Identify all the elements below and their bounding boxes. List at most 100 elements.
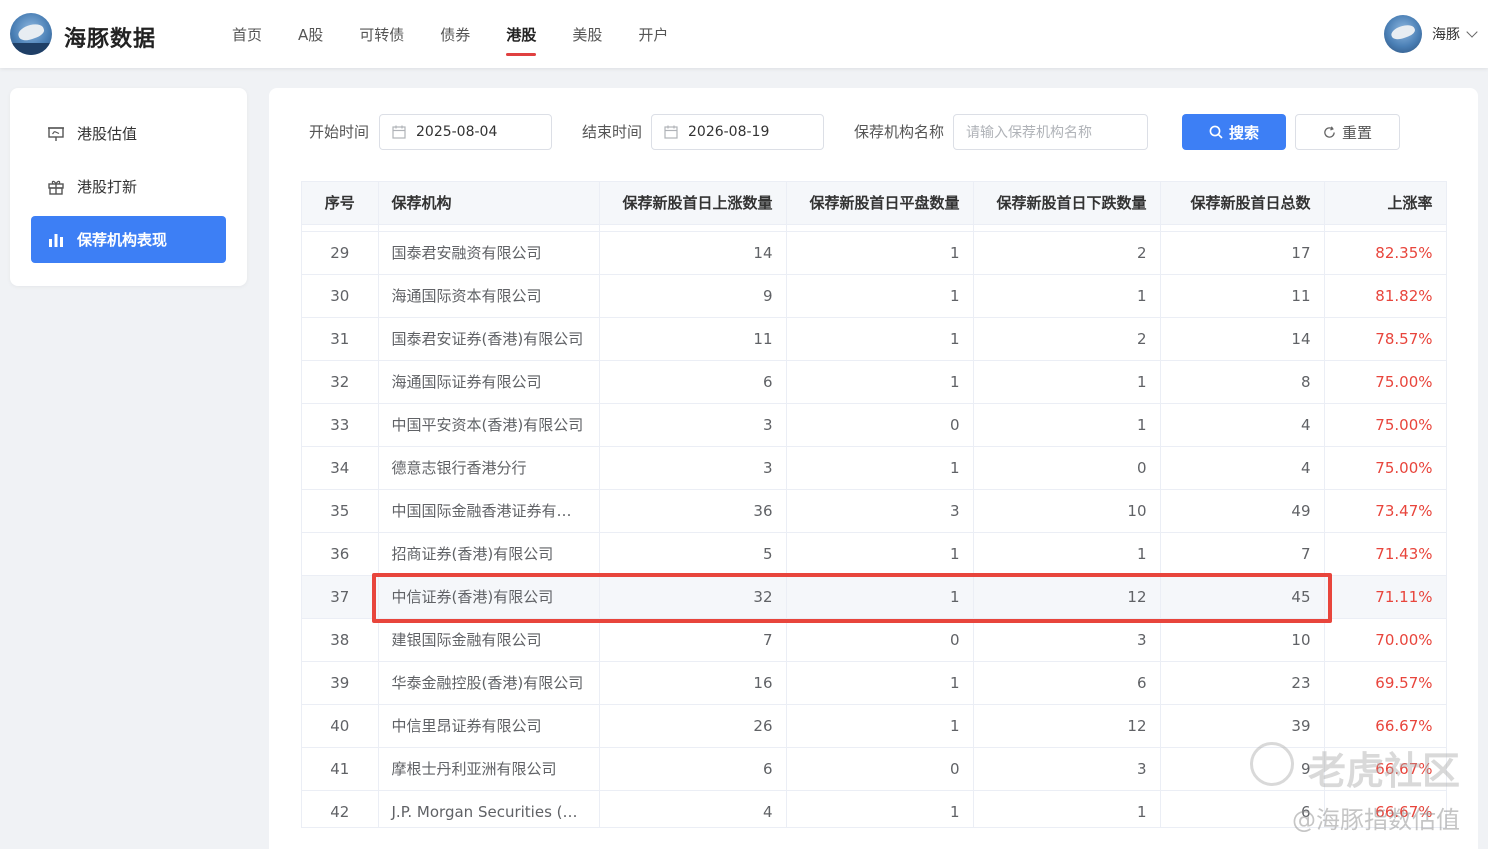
table-cell: 45 bbox=[1160, 575, 1325, 619]
table-row[interactable]: 36 招商证券(香港)有限公司 5 1 1 7 71.43% bbox=[302, 532, 1446, 576]
table-cell: 9 bbox=[1160, 747, 1325, 791]
main-panel: 开始时间 2025-08-04 结束时间 2026-08-19 保荐机构名称 请… bbox=[269, 88, 1478, 849]
gap-cell bbox=[302, 224, 379, 232]
start-date-input[interactable]: 2025-08-04 bbox=[379, 114, 552, 150]
filter-bar: 开始时间 2025-08-04 结束时间 2026-08-19 保荐机构名称 请… bbox=[269, 114, 1478, 150]
nav-item-6[interactable]: 开户 bbox=[620, 0, 686, 68]
table-cell: 6 bbox=[599, 747, 787, 791]
logo-icon[interactable] bbox=[10, 13, 52, 55]
column-header-0[interactable]: 序号 bbox=[302, 182, 379, 225]
table-cell: 23 bbox=[1160, 661, 1325, 705]
avatar[interactable] bbox=[1384, 15, 1422, 53]
gap-cell bbox=[1160, 224, 1325, 232]
table-cell: 39 bbox=[302, 661, 379, 705]
table-cell: 1 bbox=[786, 704, 974, 748]
sidebar-item-0[interactable]: 港股估值 bbox=[31, 110, 226, 157]
table-cell: J.P. Morgan Securities (As… bbox=[378, 790, 600, 827]
table-row[interactable]: 39 华泰金融控股(香港)有限公司 16 1 6 23 69.57% bbox=[302, 661, 1446, 705]
table-cell: 31 bbox=[302, 317, 379, 361]
gap-cell bbox=[1324, 224, 1446, 232]
presentation-icon bbox=[47, 125, 65, 143]
column-header-1[interactable]: 保荐机构 bbox=[378, 182, 600, 225]
start-date-value: 2025-08-04 bbox=[416, 124, 498, 140]
table-cell: 66.67% bbox=[1324, 704, 1446, 748]
table-cell: 73.47% bbox=[1324, 489, 1446, 533]
chevron-down-icon[interactable] bbox=[1466, 26, 1478, 38]
table-header-row: 序号 保荐机构 保荐新股首日上涨数量 保荐新股首日平盘数量 保荐新股首日下跌数量 保荐新股… bbox=[302, 182, 1446, 225]
table-cell: 75.00% bbox=[1324, 360, 1446, 404]
table-cell: 0 bbox=[786, 747, 974, 791]
table-row[interactable]: 34 德意志银行香港分行 3 1 0 4 75.00% bbox=[302, 446, 1446, 490]
table-cell: 7 bbox=[599, 618, 787, 662]
table-cell: 建银国际金融有限公司 bbox=[378, 618, 600, 662]
reset-button[interactable]: 重置 bbox=[1295, 114, 1400, 150]
search-button-label: 搜索 bbox=[1228, 123, 1259, 142]
nav-item-2[interactable]: 可转债 bbox=[341, 0, 422, 68]
table-cell: 中信证券(香港)有限公司 bbox=[378, 575, 600, 619]
table-cell: 德意志银行香港分行 bbox=[378, 446, 600, 490]
table-cell: 70.00% bbox=[1324, 618, 1446, 662]
table-cell: 2 bbox=[973, 317, 1161, 361]
table-row[interactable]: 35 中国国际金融香港证券有… 36 3 10 49 73.47% bbox=[302, 489, 1446, 533]
column-header-2[interactable]: 保荐新股首日上涨数量 bbox=[599, 182, 787, 225]
table-cell: 1 bbox=[786, 317, 974, 361]
table-cell: 16 bbox=[599, 661, 787, 705]
table-row[interactable]: 29 国泰君安融资有限公司 14 1 2 17 82.35% bbox=[302, 231, 1446, 275]
reset-button-label: 重置 bbox=[1341, 123, 1372, 142]
table-row[interactable]: 40 中信里昂证券有限公司 26 1 12 39 66.67% bbox=[302, 704, 1446, 748]
table-cell: 摩根士丹利亚洲有限公司 bbox=[378, 747, 600, 791]
table-row[interactable]: 31 国泰君安证券(香港)有限公司 11 1 2 14 78.57% bbox=[302, 317, 1446, 361]
table-cell: 8 bbox=[1160, 360, 1325, 404]
sidebar-item-label: 港股打新 bbox=[77, 178, 138, 196]
table-cell: 42 bbox=[302, 790, 379, 827]
table-cell: 32 bbox=[599, 575, 787, 619]
table-cell: 11 bbox=[599, 317, 787, 361]
end-date-value: 2026-08-19 bbox=[688, 124, 770, 140]
column-header-5[interactable]: 保荐新股首日总数 bbox=[1160, 182, 1325, 225]
table-cell: 7 bbox=[1160, 532, 1325, 576]
sponsor-name-input[interactable]: 请输入保荐机构名称 bbox=[953, 114, 1148, 150]
start-time-label: 开始时间 bbox=[309, 123, 370, 141]
nav-item-0[interactable]: 首页 bbox=[214, 0, 280, 68]
column-header-6[interactable]: 上涨率 bbox=[1324, 182, 1446, 225]
table-cell: 国泰君安融资有限公司 bbox=[378, 231, 600, 275]
column-header-3[interactable]: 保荐新股首日平盘数量 bbox=[786, 182, 974, 225]
sidebar-item-2[interactable]: 保荐机构表现 bbox=[31, 216, 226, 263]
table-row[interactable]: 33 中国平安资本(香港)有限公司 3 0 1 4 75.00% bbox=[302, 403, 1446, 447]
sidebar-item-label: 港股估值 bbox=[77, 125, 138, 143]
table-cell: 华泰金融控股(香港)有限公司 bbox=[378, 661, 600, 705]
table-cell: 69.57% bbox=[1324, 661, 1446, 705]
nav-item-5[interactable]: 美股 bbox=[554, 0, 620, 68]
search-button[interactable]: 搜索 bbox=[1182, 114, 1286, 150]
table-cell: 招商证券(香港)有限公司 bbox=[378, 532, 600, 576]
user-name[interactable]: 海豚 bbox=[1432, 24, 1460, 44]
table-row[interactable]: 37 中信证券(香港)有限公司 32 1 12 45 71.11% bbox=[302, 575, 1446, 619]
table-row[interactable]: 32 海通国际证券有限公司 6 1 1 8 75.00% bbox=[302, 360, 1446, 404]
calendar-icon bbox=[392, 125, 406, 139]
user-menu[interactable]: 海豚 bbox=[1384, 14, 1478, 54]
table-cell: 中信里昂证券有限公司 bbox=[378, 704, 600, 748]
table-row[interactable]: 30 海通国际资本有限公司 9 1 1 11 81.82% bbox=[302, 274, 1446, 318]
nav-item-3[interactable]: 债券 bbox=[422, 0, 488, 68]
table-cell: 12 bbox=[973, 575, 1161, 619]
sidebar-item-1[interactable]: 港股打新 bbox=[31, 163, 226, 210]
table-cell: 1 bbox=[973, 403, 1161, 447]
table-cell: 1 bbox=[786, 446, 974, 490]
table-cell: 26 bbox=[599, 704, 787, 748]
nav-item-4[interactable]: 港股 bbox=[488, 0, 554, 68]
gap-cell bbox=[599, 224, 787, 232]
sidebar-item-label: 保荐机构表现 bbox=[77, 231, 168, 249]
table-cell: 75.00% bbox=[1324, 403, 1446, 447]
table-cell: 30 bbox=[302, 274, 379, 318]
brand-name[interactable]: 海豚数据 bbox=[64, 21, 156, 53]
nav-item-1[interactable]: A股 bbox=[280, 0, 341, 68]
column-header-4[interactable]: 保荐新股首日下跌数量 bbox=[973, 182, 1161, 225]
table-cell: 6 bbox=[599, 360, 787, 404]
end-date-input[interactable]: 2026-08-19 bbox=[651, 114, 824, 150]
table-cell: 11 bbox=[1160, 274, 1325, 318]
table-cell: 1 bbox=[786, 360, 974, 404]
table-cell: 6 bbox=[973, 661, 1161, 705]
table-row[interactable]: 42 J.P. Morgan Securities (As… 4 1 1 6 66.67% bbox=[302, 790, 1446, 827]
table-cell: 32 bbox=[302, 360, 379, 404]
table-row[interactable]: 38 建银国际金融有限公司 7 0 3 10 70.00% bbox=[302, 618, 1446, 662]
